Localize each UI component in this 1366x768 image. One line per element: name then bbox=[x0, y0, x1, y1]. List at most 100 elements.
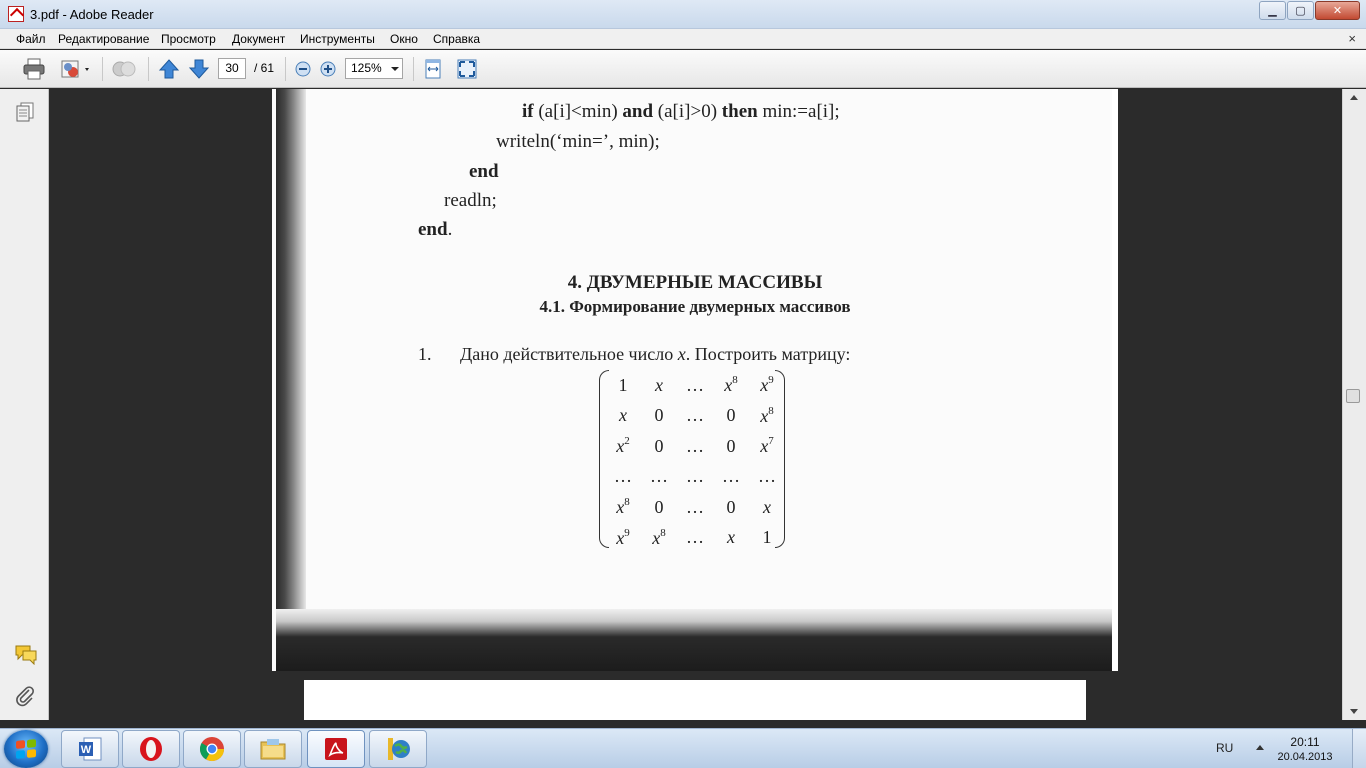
scroll-down-icon[interactable] bbox=[1350, 709, 1358, 714]
code-line: if (a[i]<min) and (a[i]>0) then min:=a[i… bbox=[522, 101, 840, 123]
taskbar-explorer[interactable] bbox=[244, 730, 302, 768]
matrix-cell: x bbox=[763, 496, 771, 517]
show-desktop-button[interactable] bbox=[1352, 729, 1366, 768]
zoom-out-button[interactable] bbox=[293, 57, 313, 81]
start-button[interactable] bbox=[4, 730, 48, 768]
matrix-cell: x9 bbox=[760, 374, 774, 396]
window-controls: ▁ ▢ ✕ bbox=[1258, 1, 1360, 20]
paperclip-icon bbox=[16, 686, 34, 707]
comments-icon bbox=[15, 645, 37, 666]
matrix-cell: x bbox=[619, 405, 627, 426]
menu-help[interactable]: Справка bbox=[433, 32, 480, 46]
matrix-cell: x7 bbox=[760, 435, 774, 457]
matrix-cell: … bbox=[650, 466, 668, 487]
matrix-cell: 1 bbox=[618, 374, 628, 395]
full-screen-button[interactable] bbox=[455, 57, 479, 81]
toolbar-separator bbox=[148, 57, 149, 81]
zoom-out-icon bbox=[295, 61, 311, 77]
taskbar: W RU 20:11 20.04.2013 bbox=[0, 728, 1366, 768]
code-line: end bbox=[469, 161, 499, 183]
code-text: . bbox=[447, 219, 453, 240]
arrow-up-icon bbox=[158, 59, 180, 79]
matrix-cell: x8 bbox=[616, 496, 630, 518]
windows-logo-icon bbox=[16, 739, 36, 759]
matrix-row: x 0 … 0 x8 bbox=[605, 401, 785, 432]
close-button[interactable]: ✕ bbox=[1315, 1, 1360, 20]
arrow-down-icon bbox=[188, 59, 210, 79]
menu-edit[interactable]: Редактирование bbox=[58, 32, 149, 46]
taskbar-word[interactable]: W bbox=[61, 730, 119, 768]
matrix-cell: 0 bbox=[726, 405, 736, 426]
clock-date[interactable]: 20.04.2013 bbox=[1270, 751, 1340, 763]
matrix-cell: 0 bbox=[726, 496, 736, 517]
scrollbar-thumb[interactable] bbox=[1346, 389, 1360, 403]
show-hidden-icons-icon[interactable] bbox=[1256, 745, 1264, 750]
matrix-cell: … bbox=[722, 466, 740, 487]
matrix-cell: x8 bbox=[724, 374, 738, 396]
code-text: (a[i]<min) bbox=[533, 101, 623, 122]
menu-document[interactable]: Документ bbox=[232, 32, 285, 46]
matrix-cell: x8 bbox=[760, 404, 774, 426]
previous-page-button[interactable] bbox=[157, 57, 181, 81]
document-view[interactable]: if (a[i]<min) and (a[i]>0) then min:=a[i… bbox=[50, 89, 1342, 720]
matrix-exponent: 8 bbox=[660, 526, 666, 539]
svg-text:W: W bbox=[81, 744, 92, 756]
chevron-down-icon bbox=[391, 67, 399, 71]
zoom-select[interactable]: 125% bbox=[345, 58, 403, 79]
code-line: end. bbox=[418, 219, 452, 241]
matrix-cell: x2 bbox=[616, 435, 630, 457]
next-page-button[interactable] bbox=[187, 57, 211, 81]
menu-file[interactable]: Файл bbox=[16, 32, 46, 46]
word-icon: W bbox=[79, 737, 102, 761]
task-text: Дано действительное число x. Построить м… bbox=[460, 344, 851, 364]
matrix-exponent: 8 bbox=[732, 374, 738, 387]
code-keyword: end bbox=[469, 161, 499, 182]
code-keyword: if bbox=[522, 101, 534, 122]
collaborate-button[interactable] bbox=[110, 57, 138, 81]
comments-panel-button[interactable] bbox=[14, 643, 38, 668]
matrix-cell: 0 bbox=[654, 405, 664, 426]
fit-width-button[interactable] bbox=[421, 57, 445, 81]
matrix-cell: … bbox=[686, 405, 704, 426]
clock-time[interactable]: 20:11 bbox=[1270, 735, 1340, 749]
close-document-button[interactable]: × bbox=[1348, 31, 1356, 46]
menu-window[interactable]: Окно bbox=[390, 32, 418, 46]
menu-tools[interactable]: Инструменты bbox=[300, 32, 375, 46]
vertical-scrollbar[interactable] bbox=[1342, 89, 1366, 720]
scroll-up-icon[interactable] bbox=[1350, 95, 1358, 100]
matrix-cell: … bbox=[686, 435, 704, 456]
scan-shadow-left bbox=[276, 89, 306, 619]
menu-view[interactable]: Просмотр bbox=[161, 32, 216, 46]
toolbar-separator bbox=[285, 57, 286, 81]
taskbar-adobe-reader[interactable] bbox=[307, 730, 365, 768]
task-item: 1. Дано действительное число x. Построить… bbox=[418, 344, 850, 365]
matrix-cell: … bbox=[758, 466, 776, 487]
toolbar: 30 / 61 125% bbox=[0, 50, 1366, 88]
code-line: writeln(‘min=’, min); bbox=[496, 131, 660, 153]
fit-width-icon bbox=[425, 59, 441, 79]
section-heading: 4. ДВУМЕРНЫЕ МАССИВЫ bbox=[567, 272, 823, 293]
minimize-button[interactable]: ▁ bbox=[1259, 1, 1286, 20]
matrix-exponent: 8 bbox=[624, 496, 630, 509]
pages-panel-button[interactable] bbox=[14, 101, 36, 126]
code-text: readln; bbox=[444, 190, 497, 211]
share-button[interactable] bbox=[58, 57, 94, 81]
print-button[interactable] bbox=[20, 57, 48, 81]
matrix-exponent: 9 bbox=[768, 374, 774, 387]
taskbar-globe-app[interactable] bbox=[369, 730, 427, 768]
taskbar-chrome[interactable] bbox=[183, 730, 241, 768]
maximize-button[interactable]: ▢ bbox=[1287, 1, 1314, 20]
share-icon bbox=[61, 60, 89, 78]
attachments-panel-button[interactable] bbox=[14, 685, 36, 710]
language-indicator[interactable]: RU bbox=[1216, 741, 1233, 755]
scan-shadow-bottom bbox=[276, 609, 1118, 671]
taskbar-opera[interactable] bbox=[122, 730, 180, 768]
matrix-row: x2 0 … 0 x7 bbox=[605, 431, 785, 462]
matrix-row: 1 x … x8 x9 bbox=[605, 370, 785, 401]
subsection-heading: 4.1. Формирование двумерных массивов bbox=[539, 297, 851, 316]
zoom-in-button[interactable] bbox=[318, 57, 338, 81]
zoom-value: 125% bbox=[351, 61, 382, 75]
page-number-input[interactable]: 30 bbox=[218, 58, 246, 79]
matrix-cell: x9 bbox=[616, 526, 630, 548]
matrix-cell: x bbox=[727, 527, 735, 548]
